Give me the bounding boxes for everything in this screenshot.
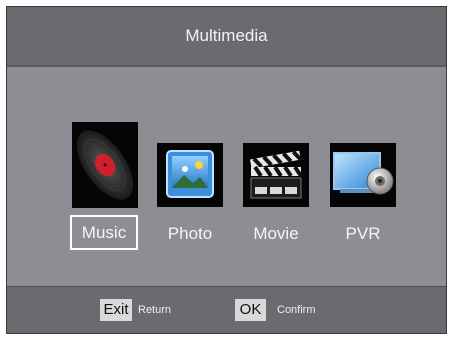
menu-item-movie[interactable]: Movie (243, 143, 313, 253)
multimedia-window: Multimedia Music Photo Movie PVR Exit Re… (6, 6, 447, 334)
menu-item-pvr[interactable]: PVR (330, 143, 400, 253)
dvd-recorder-icon (330, 143, 396, 207)
ok-key-button[interactable]: OK (235, 299, 266, 321)
clapperboard-icon (243, 143, 309, 207)
ok-key-label: Confirm (277, 304, 316, 316)
menu-item-label: Photo (167, 224, 213, 243)
media-menu: Music Photo Movie PVR (7, 67, 446, 291)
vinyl-record-icon (72, 122, 138, 208)
menu-item-photo[interactable]: Photo (157, 143, 227, 253)
menu-item-music[interactable]: Music (70, 122, 140, 252)
title-bar: Multimedia (7, 7, 446, 67)
exit-key-label: Return (138, 304, 172, 316)
footer-bar: Exit Return OK Confirm (7, 286, 446, 333)
menu-item-label: PVR (345, 224, 381, 243)
photo-frame-icon (157, 143, 223, 207)
page-title: Multimedia (185, 26, 268, 45)
menu-item-label: Music (70, 215, 138, 250)
menu-item-label: Movie (253, 224, 299, 243)
exit-key-button[interactable]: Exit (100, 299, 132, 321)
